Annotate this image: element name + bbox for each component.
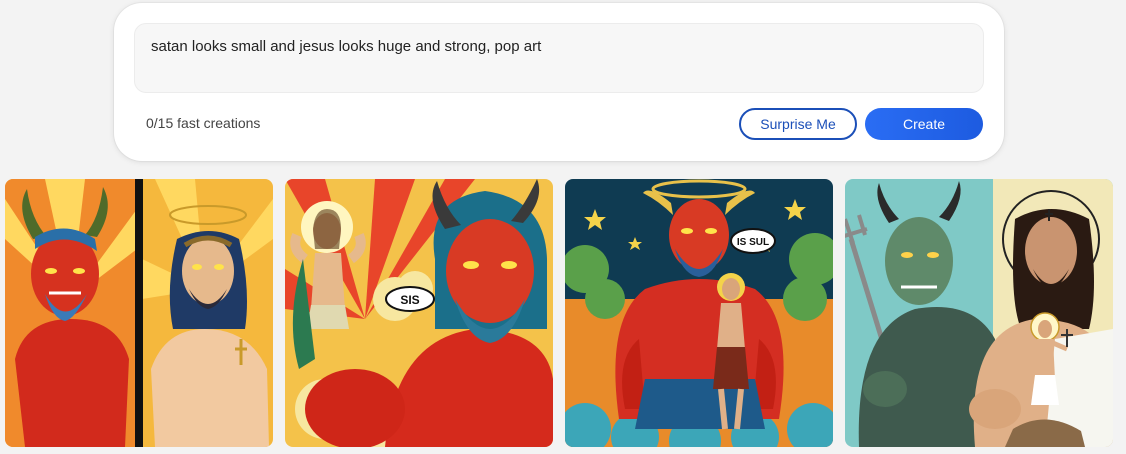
- create-button[interactable]: Create: [865, 108, 983, 140]
- generated-image-4-art: [845, 179, 1113, 447]
- generated-image-1-art: [5, 179, 273, 447]
- generated-image-3-art: IS SUL: [565, 179, 833, 447]
- generated-image-3[interactable]: IS SUL: [565, 179, 833, 447]
- fast-creations-counter: 0/15 fast creations: [146, 115, 261, 131]
- generated-image-4[interactable]: [845, 179, 1113, 447]
- prompt-input[interactable]: satan looks small and jesus looks huge a…: [134, 23, 984, 93]
- generated-image-2[interactable]: SIS: [285, 179, 553, 447]
- speech-bubble-3: IS SUL: [737, 237, 769, 248]
- generated-image-2-art: SIS: [285, 179, 553, 447]
- prompt-text: satan looks small and jesus looks huge a…: [151, 38, 542, 55]
- image-gallery: SIS IS SUL: [0, 179, 1126, 454]
- surprise-me-button[interactable]: Surprise Me: [739, 108, 857, 140]
- speech-bubble-2: SIS: [400, 293, 419, 307]
- generated-image-1[interactable]: [5, 179, 273, 447]
- image-creator-page: satan looks small and jesus looks huge a…: [0, 0, 1126, 454]
- prompt-composer: satan looks small and jesus looks huge a…: [114, 3, 1004, 161]
